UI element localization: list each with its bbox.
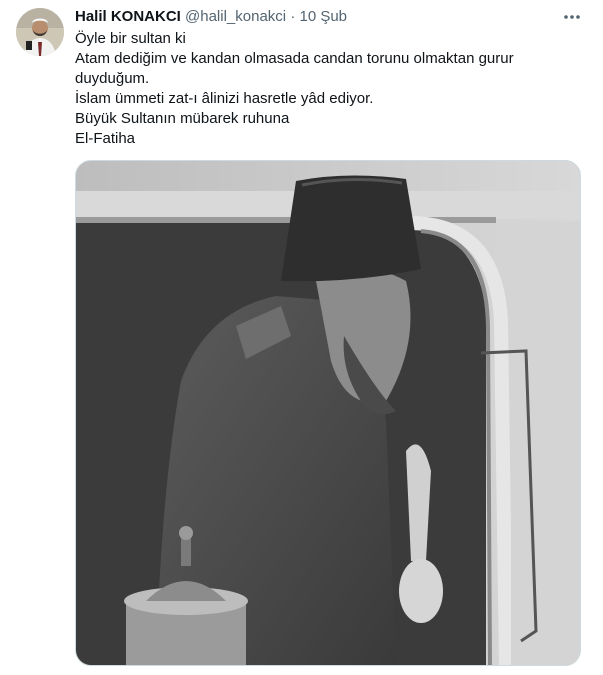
- tweet-text-line: duyduğum.: [75, 70, 150, 87]
- tweet-text-line: Atam dediğim ve kandan olmasada candan t…: [75, 50, 514, 67]
- author-name[interactable]: Halil KONAKCI: [75, 8, 181, 25]
- author-handle[interactable]: @halil_konakci: [185, 8, 286, 25]
- more-horizontal-icon[interactable]: [561, 6, 583, 28]
- tweet-text-line: Öyle bir sultan ki: [75, 30, 186, 47]
- tweet-text-line: Büyük Sultanın mübarek ruhuna: [75, 110, 290, 127]
- tweet-text: Öyle bir sultan ki Atam dediğim ve kanda…: [75, 29, 545, 149]
- tweet-text-line: İslam ümmeti zat-ı âlinizi hasretle yâd …: [75, 90, 374, 107]
- tweet: Halil KONAKCI @halil_konakci · 10 Şub Öy…: [0, 0, 603, 675]
- tweet-text-line: El-Fatiha: [75, 130, 136, 147]
- tweet-header: Halil KONAKCI @halil_konakci · 10 Şub: [75, 7, 347, 27]
- tweet-photo[interactable]: [75, 160, 581, 666]
- avatar[interactable]: [16, 8, 64, 56]
- timestamp[interactable]: 10 Şub: [299, 8, 347, 25]
- separator-dot: ·: [290, 8, 296, 25]
